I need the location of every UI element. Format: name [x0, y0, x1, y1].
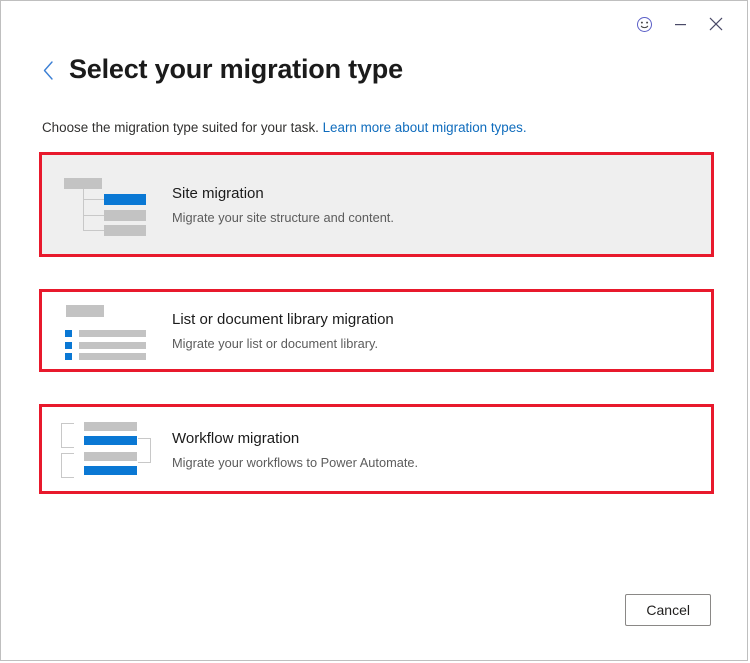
migration-wizard-window: Select your migration type Choose the mi…	[0, 0, 748, 661]
page-subtitle: Choose the migration type suited for you…	[42, 119, 527, 137]
option-card-list-or-document-library-migration[interactable]: List or document library migration Migra…	[42, 292, 711, 369]
subtitle-text: Choose the migration type suited for you…	[42, 120, 323, 135]
option-description: Migrate your list or document library.	[172, 336, 379, 351]
cancel-button[interactable]: Cancel	[625, 594, 711, 626]
annotation-box-list-migration: List or document library migration Migra…	[39, 289, 714, 372]
workflow-branch-icon	[61, 420, 151, 478]
workflow-migration-illustration	[42, 420, 170, 478]
learn-more-link[interactable]: Learn more about migration types.	[323, 120, 527, 135]
bulleted-list-icon	[64, 304, 148, 360]
option-title: List or document library migration	[172, 311, 394, 328]
close-button[interactable]	[699, 8, 733, 40]
option-title: Workflow migration	[172, 429, 300, 447]
annotation-box-site-migration: Site migration Migrate your site structu…	[39, 152, 714, 257]
annotation-box-workflow-migration: Workflow migration Migrate your workflow…	[39, 404, 714, 494]
back-button[interactable]	[41, 58, 55, 84]
option-description: Migrate your workflows to Power Automate…	[172, 454, 419, 470]
site-tree-icon	[64, 177, 148, 236]
option-card-text: Site migration Migrate your site structu…	[170, 183, 394, 226]
option-title: Site migration	[172, 185, 264, 202]
option-description: Migrate your site structure and content.	[172, 210, 394, 225]
migration-type-options: Site migration Migrate your site structu…	[39, 152, 714, 526]
feedback-smiley-button[interactable]	[627, 8, 661, 40]
option-card-workflow-migration[interactable]: Workflow migration Migrate your workflow…	[42, 407, 711, 491]
page-header: Select your migration type	[41, 53, 403, 85]
option-card-text: Workflow migration Migrate your workflow…	[170, 428, 418, 471]
page-title: Select your migration type	[69, 54, 403, 84]
chevron-left-icon	[43, 61, 53, 80]
minimize-button[interactable]	[663, 8, 697, 40]
smiley-icon	[636, 16, 652, 32]
site-migration-illustration	[42, 177, 170, 236]
option-card-text: List or document library migration Migra…	[170, 309, 394, 352]
close-icon	[709, 17, 723, 31]
list-migration-illustration	[42, 304, 170, 360]
minimize-icon	[674, 23, 686, 25]
window-titlebar	[627, 1, 747, 47]
option-card-site-migration[interactable]: Site migration Migrate your site structu…	[42, 155, 711, 254]
dialog-footer: Cancel	[625, 594, 711, 626]
